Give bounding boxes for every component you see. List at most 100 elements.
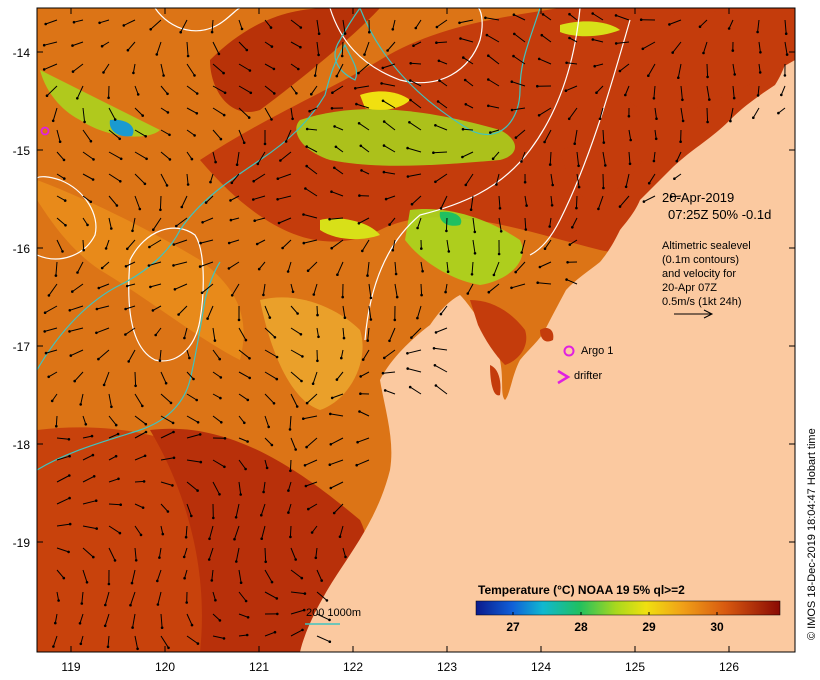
velocity-vector-head: [54, 621, 57, 625]
velocity-vector-head: [161, 532, 165, 536]
velocity-vector-head: [118, 137, 121, 141]
velocity-vector-head: [602, 141, 606, 144]
velocity-vector-head: [107, 96, 110, 100]
velocity-vector-head: [461, 127, 465, 131]
lon-tick-label: 119: [61, 660, 81, 674]
velocity-vector-head: [756, 94, 760, 97]
velocity-vector-head: [647, 74, 650, 77]
velocity-vector-head: [537, 57, 541, 61]
velocity-vector-head: [100, 266, 104, 270]
velocity-vector-head: [182, 555, 186, 559]
velocity-vector-head: [434, 331, 438, 334]
velocity-vector-head: [303, 464, 307, 467]
velocity-vector-head: [305, 445, 308, 449]
velocity-vector-head: [485, 33, 489, 37]
velocity-vector-head: [308, 109, 311, 113]
velocity-vector-head: [116, 432, 120, 436]
velocity-vector-head: [54, 274, 58, 277]
velocity-vector-head: [420, 247, 423, 250]
velocity-vector-head: [382, 120, 386, 123]
velocity-vector-head: [219, 396, 222, 400]
velocity-vector-head: [61, 250, 64, 253]
velocity-vector-head: [95, 331, 98, 335]
velocity-vector-head: [536, 84, 539, 88]
velocity-vector-head: [67, 550, 70, 554]
velocity-vector-head: [777, 111, 780, 115]
velocity-vector-head: [706, 120, 709, 124]
velocity-vector-head: [58, 140, 62, 143]
velocity-vector-head: [675, 159, 679, 163]
velocity-vector-head: [548, 225, 551, 228]
velocity-vector-head: [213, 339, 217, 342]
velocity-vector-head: [299, 333, 303, 336]
velocity-vector-head: [706, 75, 709, 79]
velocity-vector-head: [186, 54, 190, 58]
velocity-vector-head: [514, 136, 518, 139]
velocity-vector-head: [332, 511, 336, 515]
velocity-vector-head: [328, 640, 332, 643]
velocity-vector-head: [566, 261, 569, 264]
velocity-vector-head: [366, 274, 369, 277]
velocity-vector-head: [269, 26, 273, 29]
velocity-vector-head: [492, 273, 496, 277]
velocity-vector-head: [420, 293, 423, 297]
velocity-vector-head: [275, 355, 279, 359]
velocity-vector-head: [184, 535, 188, 539]
velocity-vector-head: [301, 355, 304, 358]
velocity-vector-head: [305, 401, 309, 405]
velocity-vector-head: [434, 124, 437, 127]
velocity-vector-head: [248, 357, 251, 360]
velocity-vector-head: [487, 104, 490, 108]
velocity-vector: [134, 480, 145, 483]
velocity-vector-head: [52, 645, 55, 648]
velocity-vector-head: [43, 311, 47, 315]
velocity-vector-head: [214, 598, 217, 602]
velocity-vector-head: [222, 71, 225, 75]
velocity-vector-head: [565, 61, 568, 65]
velocity-vector-head: [222, 637, 226, 640]
velocity-vector-head: [357, 222, 361, 225]
velocity-vector-head: [279, 159, 282, 162]
velocity-vector-head: [148, 245, 151, 249]
velocity-vector-head: [76, 271, 79, 274]
lat-tick-label: -18: [12, 438, 30, 452]
velocity-vector-head: [388, 339, 391, 343]
velocity-vector-head: [758, 71, 762, 74]
velocity-vector-head: [219, 376, 223, 379]
velocity-vector-head: [759, 51, 762, 54]
velocity-vector-head: [338, 535, 342, 538]
velocity-vector-head: [79, 642, 83, 646]
velocity-vector-head: [275, 377, 279, 381]
velocity-vector: [82, 239, 85, 251]
velocity-vector-head: [210, 579, 214, 582]
velocity-vector-head: [91, 178, 95, 181]
velocity-vector-head: [239, 581, 243, 584]
velocity-vector: [410, 62, 422, 65]
velocity-vector-head: [190, 514, 193, 518]
velocity-vector-head: [86, 223, 89, 227]
velocity-vector: [134, 371, 137, 386]
velocity-vector-head: [107, 582, 111, 586]
velocity-vector-head: [380, 82, 383, 85]
velocity-vector-head: [204, 201, 208, 204]
velocity-vector-head: [344, 555, 347, 559]
velocity-vector-head: [360, 169, 363, 172]
velocity-vector-head: [192, 377, 195, 381]
velocity-vector-head: [343, 316, 347, 320]
velocity-vector-head: [391, 248, 395, 252]
velocity-vector-head: [435, 25, 439, 29]
velocity-vector-head: [217, 52, 221, 56]
velocity-vector-head: [179, 30, 182, 34]
velocity-vector-head: [118, 531, 122, 535]
velocity-vector-head: [166, 111, 170, 114]
velocity-vector-head: [652, 97, 656, 100]
velocity-vector-head: [68, 330, 71, 333]
velocity-vector-head: [410, 336, 413, 339]
velocity-vector-head: [363, 53, 366, 56]
velocity-vector-head: [369, 318, 373, 321]
velocity-vector-head: [57, 599, 60, 602]
velocity-vector-head: [44, 351, 48, 355]
velocity-vector-head: [473, 230, 477, 234]
velocity-vector-head: [190, 623, 194, 627]
velocity-vector-head: [541, 13, 545, 16]
